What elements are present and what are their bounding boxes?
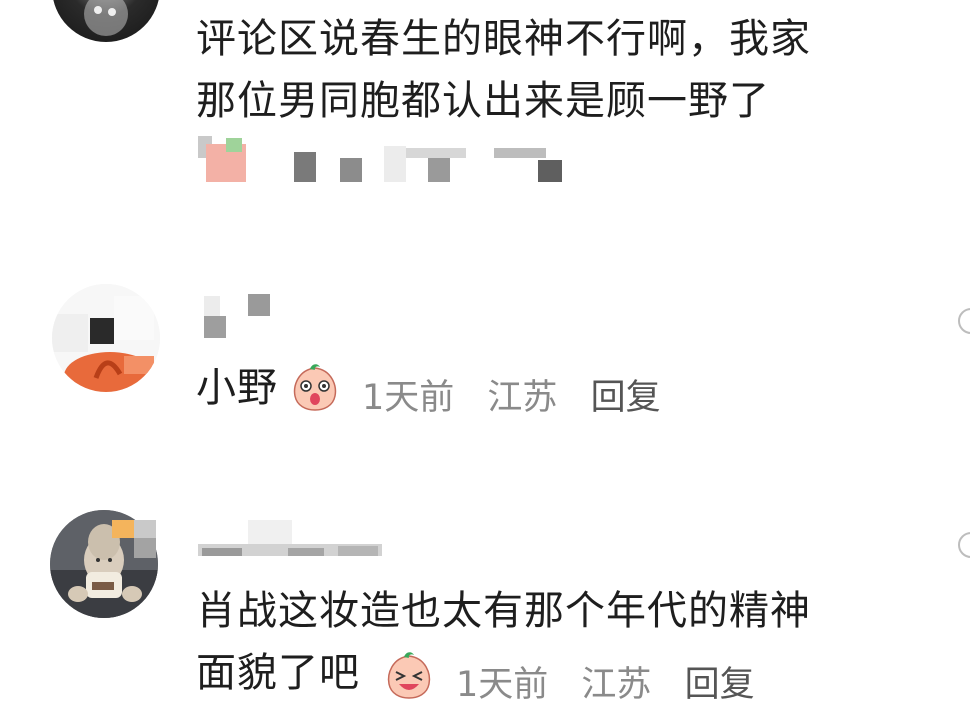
reply-button[interactable]: 回复: [591, 378, 661, 418]
more-options-icon[interactable]: [958, 532, 970, 558]
reply-button[interactable]: 回复: [685, 665, 755, 705]
comment-line: 评论区说春生的眼神不行啊，我家: [196, 16, 811, 62]
comment-line: 小野: [196, 365, 278, 411]
comment-line: 那位男同胞都认出来是顾一野了: [196, 78, 770, 124]
avatar-image: [84, 0, 128, 36]
obscured-username: [198, 290, 278, 342]
avatar[interactable]: [52, 0, 160, 42]
comment-location: 江苏: [581, 665, 652, 705]
comment-line: 肖战这妆造也太有那个年代的精神: [196, 588, 811, 634]
peach-face-laughing-icon: [384, 650, 434, 700]
more-options-icon[interactable]: [958, 308, 970, 334]
peach-face-surprised-icon: [290, 362, 340, 412]
comment-meta: 1天前 江苏 回复: [456, 656, 777, 707]
comment-location: 江苏: [487, 378, 558, 418]
obscured-username: [112, 518, 392, 560]
comment-text: 小野: [196, 357, 286, 419]
comment-time: 1天前: [456, 665, 549, 705]
comment-time: 1天前: [362, 378, 455, 418]
avatar-image: [52, 284, 160, 392]
comment-meta: 1天前 江苏 回复: [362, 369, 683, 420]
avatar[interactable]: [52, 284, 160, 392]
comment-text: 评论区说春生的眼神不行啊，我家 那位男同胞都认出来是顾一野了: [196, 8, 811, 132]
obscured-meta: [198, 134, 578, 184]
